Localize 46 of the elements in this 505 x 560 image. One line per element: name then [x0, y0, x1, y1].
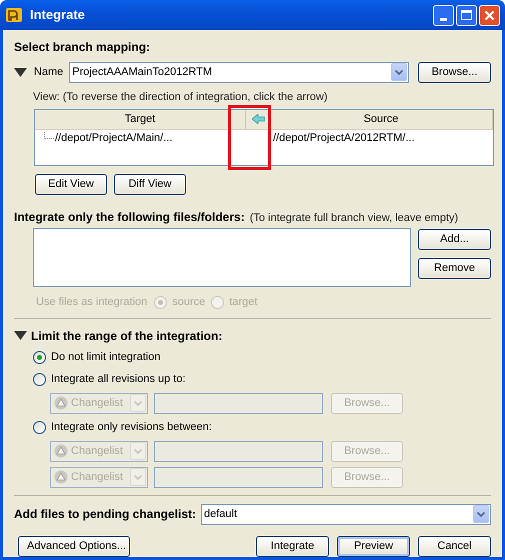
radio-button[interactable] — [33, 373, 46, 386]
section-heading: Limit the range of the integration: — [31, 328, 222, 344]
revision-field[interactable] — [154, 466, 323, 488]
pending-changelist-combobox[interactable]: default — [201, 504, 491, 524]
radio-button[interactable] — [33, 421, 46, 434]
dialog-button[interactable]: Advanced Options... — [18, 536, 130, 556]
section-heading: Integrate only the following files/folders: — [14, 208, 245, 226]
app-logo-icon — [5, 6, 23, 24]
column-header[interactable]: Source — [270, 110, 493, 128]
radio-label: source — [172, 295, 206, 310]
dialog-button[interactable]: Preview — [337, 536, 410, 556]
option-label: Use files as integration — [36, 295, 148, 310]
minimize-button[interactable] — [433, 4, 454, 26]
dialog-button[interactable]: Cancel — [418, 536, 491, 556]
changelist-icon — [54, 396, 68, 410]
section-heading: Select branch mapping: — [14, 39, 152, 54]
field-label: Name — [34, 64, 64, 80]
column-header[interactable]: Target — [35, 110, 246, 128]
dialog-button[interactable]: Integrate — [256, 536, 329, 556]
files-list[interactable] — [33, 228, 411, 286]
revision-field[interactable] — [154, 440, 323, 462]
dialog-button[interactable]: Diff View — [114, 174, 186, 194]
changelist-icon — [54, 444, 68, 458]
radio-button[interactable] — [33, 351, 46, 364]
expander-icon[interactable] — [14, 68, 27, 76]
section-hint: (To integrate full branch view, leave empty) — [250, 210, 458, 226]
branch-name-combobox[interactable]: ProjectAAAMainTo2012RTM — [69, 62, 409, 82]
table-cell-text: //depot/ProjectA/2012RTM/... — [273, 130, 415, 146]
dialog-button[interactable]: Browse... — [418, 62, 491, 82]
dialog-button[interactable]: Edit View — [35, 174, 107, 194]
radio-label: Do not limit integration — [51, 350, 160, 366]
maximize-button[interactable] — [456, 4, 477, 26]
view-hint: View: (To reverse the direction of integration, click the arrow) — [33, 90, 328, 105]
highlight-frame — [228, 104, 271, 170]
expander-icon[interactable] — [14, 331, 27, 340]
radio-label: target — [229, 295, 258, 310]
changelist-icon — [54, 470, 68, 484]
radio-label: Integrate all revisions up to: — [51, 372, 186, 388]
window-title: Integrate — [30, 6, 86, 24]
table-cell-text: //depot/ProjectA/Main/... — [55, 130, 172, 146]
revision-field[interactable] — [154, 392, 323, 414]
radio-label: Integrate only revisions between: — [51, 420, 212, 436]
close-icon[interactable] — [484, 10, 495, 20]
left-arrow-icon[interactable] — [252, 114, 264, 124]
field-label: Add files to pending changelist: — [14, 506, 196, 523]
close-button[interactable] — [479, 4, 500, 26]
